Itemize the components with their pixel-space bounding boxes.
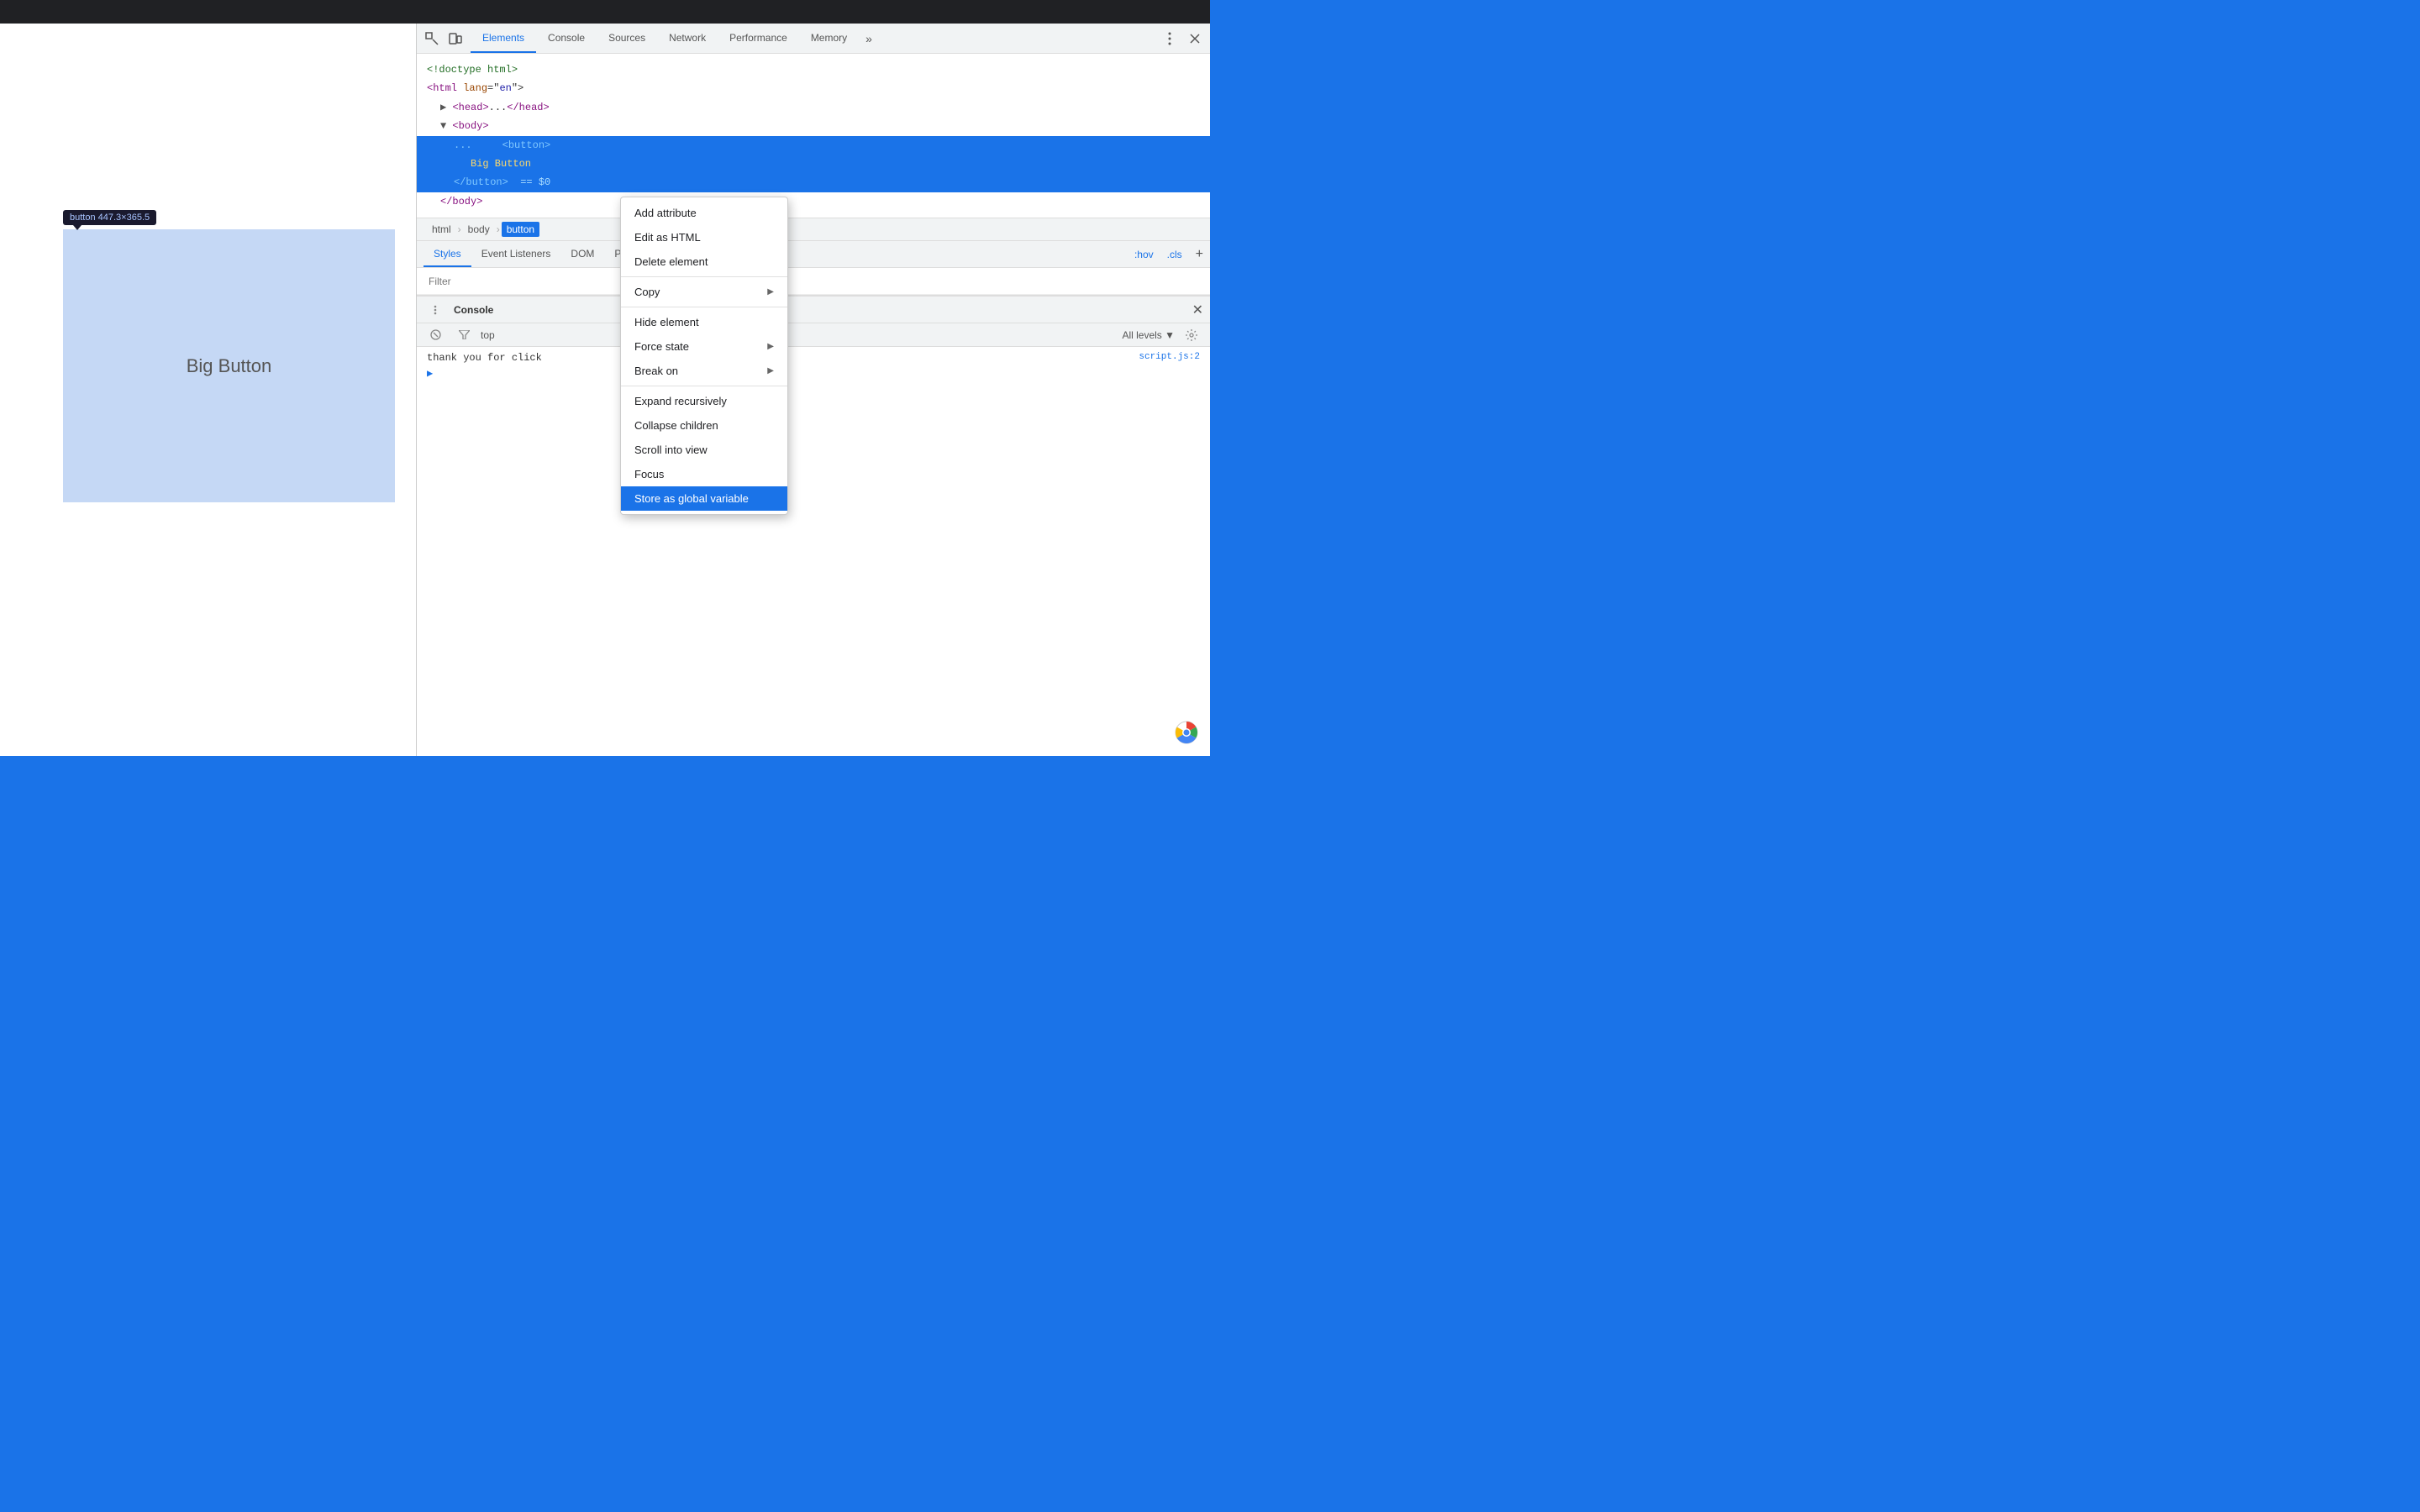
big-button[interactable]: Big Button [63, 229, 395, 502]
devtools-panel: Elements Console Sources Network Perform… [416, 24, 1210, 756]
tab-network[interactable]: Network [657, 24, 718, 53]
browser-topbar [0, 0, 1210, 24]
device-toolbar-icon[interactable] [444, 27, 467, 50]
console-area: Console ✕ top All levels ▼ [417, 295, 1210, 756]
context-menu-item[interactable]: Collapse children [621, 413, 787, 438]
submenu-arrow-icon: ▶ [767, 342, 774, 351]
context-menu-item[interactable]: Break on▶ [621, 359, 787, 383]
tab-elements[interactable]: Elements [471, 24, 536, 53]
cls-button[interactable]: .cls [1167, 249, 1182, 260]
tab-memory[interactable]: Memory [799, 24, 859, 53]
webpage-area: button 447.3×365.5 Big Button [0, 24, 420, 756]
devtools-tabs: Elements Console Sources Network Perform… [471, 24, 1158, 53]
tree-line-button[interactable]: ... <button> [417, 136, 1210, 155]
tree-line-doctype[interactable]: <!doctype html> [417, 60, 1210, 79]
console-context-selector[interactable]: top [481, 329, 495, 341]
tree-line-button-text[interactable]: Big Button [417, 155, 1210, 173]
console-log-entry: thank you for click script.js:2 [427, 350, 1200, 365]
console-close-button[interactable]: ✕ [1192, 302, 1203, 318]
clear-console-icon[interactable] [424, 323, 447, 347]
context-menu-item[interactable]: Store as global variable [621, 486, 787, 511]
tab-sources[interactable]: Sources [597, 24, 657, 53]
submenu-arrow-icon: ▶ [767, 366, 774, 375]
styles-tabs-bar: Styles Event Listeners DOM Properties Ac… [417, 241, 1210, 268]
styles-tab-event-listeners[interactable]: Event Listeners [471, 241, 561, 267]
chrome-icon [1175, 721, 1198, 744]
console-content: thank you for click script.js:2 ▶ [417, 347, 1210, 756]
context-menu-item[interactable]: Scroll into view [621, 438, 787, 462]
tab-console[interactable]: Console [536, 24, 597, 53]
context-menu-item[interactable]: Force state▶ [621, 334, 787, 359]
tree-line-head[interactable]: ▶ <head>...</head> [417, 98, 1210, 117]
tree-line-body-close[interactable]: </body> [417, 192, 1210, 211]
html-tree: <!doctype html> <html lang="en"> ▶ <head… [417, 54, 1210, 218]
tree-line-html[interactable]: <html lang="en"> [417, 79, 1210, 97]
context-menu: Add attributeEdit as HTMLDelete element C… [620, 197, 788, 515]
devtools-toolbar: Elements Console Sources Network Perform… [417, 24, 1210, 54]
submenu-arrow-icon: ▶ [767, 287, 774, 297]
breadcrumb-button[interactable]: button [502, 222, 539, 237]
console-prompt[interactable]: ▶ [427, 365, 1200, 381]
context-menu-item[interactable]: Focus [621, 462, 787, 486]
context-menu-item[interactable]: Expand recursively [621, 389, 787, 413]
inspect-icon[interactable] [420, 27, 444, 50]
console-toolbar: Console ✕ [417, 297, 1210, 323]
console-levels-selector[interactable]: All levels ▼ [1122, 329, 1175, 341]
console-label: Console [454, 304, 493, 316]
devtools-end-icons [1158, 27, 1207, 50]
context-menu-item[interactable]: Copy▶ [621, 280, 787, 304]
add-style-rule-button[interactable]: + [1196, 247, 1203, 262]
filter-bar: Filter [417, 268, 1210, 295]
breadcrumb-body[interactable]: body [463, 222, 495, 237]
filter-input[interactable] [424, 276, 1203, 287]
console-drag-handle [424, 298, 447, 322]
devtools-close-icon[interactable] [1183, 27, 1207, 50]
context-menu-item[interactable]: Add attribute [621, 201, 787, 225]
element-tooltip: button 447.3×365.5 [63, 210, 156, 225]
context-menu-item[interactable]: Delete element [621, 249, 787, 274]
context-menu-separator [621, 276, 787, 277]
tab-performance[interactable]: Performance [718, 24, 799, 53]
styles-tab-styles[interactable]: Styles [424, 241, 471, 267]
breadcrumb-bar: html › body › button [417, 218, 1210, 241]
context-menu-item[interactable]: Edit as HTML [621, 225, 787, 249]
tree-line-body[interactable]: ▼ <body> [417, 117, 1210, 135]
context-menu-item[interactable]: Hide element [621, 310, 787, 334]
styles-tab-dom[interactable]: DOM [560, 241, 604, 267]
more-tabs-button[interactable]: » [859, 32, 879, 45]
breadcrumb-html[interactable]: html [427, 222, 456, 237]
no-filter-icon[interactable] [452, 323, 476, 347]
console-filter-bar: top All levels ▼ [417, 323, 1210, 347]
hov-button[interactable]: :hov [1134, 249, 1154, 260]
devtools-menu-icon[interactable] [1158, 27, 1181, 50]
console-settings-icon[interactable] [1180, 323, 1203, 347]
tree-line-button-close[interactable]: </button> == $0 [417, 173, 1210, 192]
